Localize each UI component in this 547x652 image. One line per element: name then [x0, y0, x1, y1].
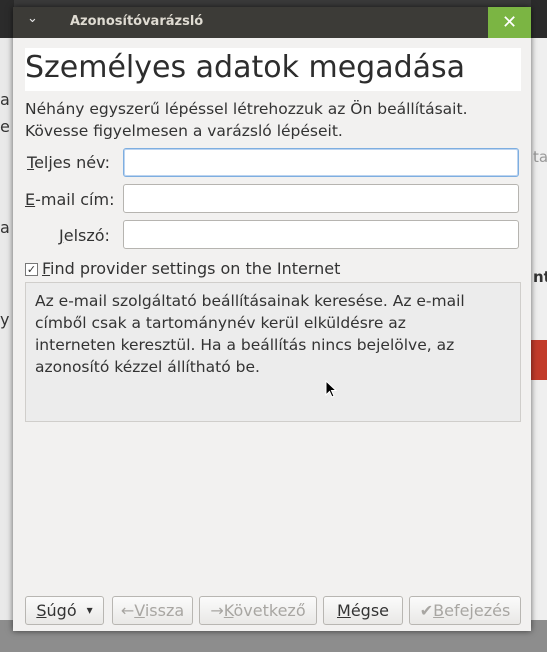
description-text: Az e-mail szolgáltató beállításainak ker… [35, 290, 465, 378]
description-line: interneten keresztül. Ha a beállítás nin… [35, 336, 455, 354]
background-text: a [0, 218, 10, 237]
background-text: y [0, 310, 10, 329]
next-arrow-icon: → [210, 601, 224, 620]
help-button[interactable]: Súgó ▾ [25, 596, 104, 625]
account-wizard-dialog: ⌄ Azonosítóvarázsló ✕ Személyes adatok m… [13, 7, 531, 631]
description-box: Az e-mail szolgáltató beállításainak ker… [25, 282, 521, 422]
description-line: címből csak a tartománynév kerül elküldé… [35, 314, 406, 332]
description-line: azonosító kézzel állítható be. [35, 358, 260, 376]
mnemonic: M [337, 601, 351, 620]
label-text: eljes név: [34, 153, 111, 172]
email-label: E-mail cím: [25, 190, 114, 209]
back-label: issza [144, 601, 185, 620]
background-text: ta [533, 148, 547, 166]
background-text: nt [533, 268, 547, 286]
back-button[interactable]: ←Vissza [112, 596, 193, 625]
find-provider-label: ind provider settings on the Internet [50, 259, 341, 278]
finish-label: efejezés [444, 601, 511, 620]
intro-text: Néhány egyszerű lépéssel létrehozzuk az … [25, 98, 468, 142]
page-title: Személyes adatok megadása [25, 50, 466, 85]
password-label: Jelszó: [59, 226, 110, 245]
next-button[interactable]: →Következő [199, 596, 317, 625]
background-window-right: ta nt [531, 0, 547, 652]
mnemonic: E [25, 190, 36, 209]
mnemonic: V [134, 601, 145, 620]
mnemonic: B [433, 601, 445, 620]
intro-line: Néhány egyszerű lépéssel létrehozzuk az … [25, 100, 468, 118]
find-provider-checkbox-row[interactable]: ✓ Find provider settings on the Internet [25, 259, 340, 278]
finish-button[interactable]: ✔Befejezés [409, 596, 521, 625]
intro-line: Kövesse figyelmesen a varázsló lépéseit. [25, 122, 343, 140]
email-input[interactable] [123, 184, 519, 213]
window-title: Azonosítóvarázsló [70, 14, 204, 29]
background-text: a [0, 90, 10, 109]
cancel-label: égse [350, 601, 389, 620]
help-label: úgó [46, 601, 77, 620]
mnemonic: K [223, 601, 234, 620]
background-window-left: a e a y [0, 0, 14, 652]
background-topbar [531, 0, 547, 38]
chevron-down-icon[interactable]: ⌄ [27, 11, 38, 26]
background-red-block [531, 340, 547, 380]
page-heading-box: Személyes adatok megadása [25, 48, 521, 91]
back-arrow-icon: ← [120, 601, 135, 620]
dropdown-arrow-icon: ▾ [86, 603, 93, 617]
mnemonic: F [42, 259, 51, 278]
close-icon: ✕ [501, 12, 518, 33]
description-line: Az e-mail szolgáltató beállításainak ker… [35, 292, 465, 310]
password-input[interactable] [123, 220, 519, 249]
background-topbar [0, 0, 14, 38]
find-provider-checkbox[interactable]: ✓ [25, 263, 38, 276]
mouse-cursor-icon [325, 379, 338, 403]
titlebar: ⌄ Azonosítóvarázsló ✕ [13, 7, 531, 38]
background-text: e [0, 117, 10, 136]
label-text: elszó: [63, 226, 110, 245]
mnemonic: S [36, 601, 47, 620]
full-name-input[interactable] [123, 148, 519, 177]
label-text: -mail cím: [35, 190, 115, 209]
close-button[interactable]: ✕ [488, 7, 531, 38]
full-name-label: Teljes név: [27, 153, 110, 172]
next-label: övetkező [233, 601, 306, 620]
cancel-button[interactable]: Mégse [323, 596, 403, 625]
mnemonic: T [27, 153, 35, 172]
check-icon: ✔ [419, 601, 434, 620]
